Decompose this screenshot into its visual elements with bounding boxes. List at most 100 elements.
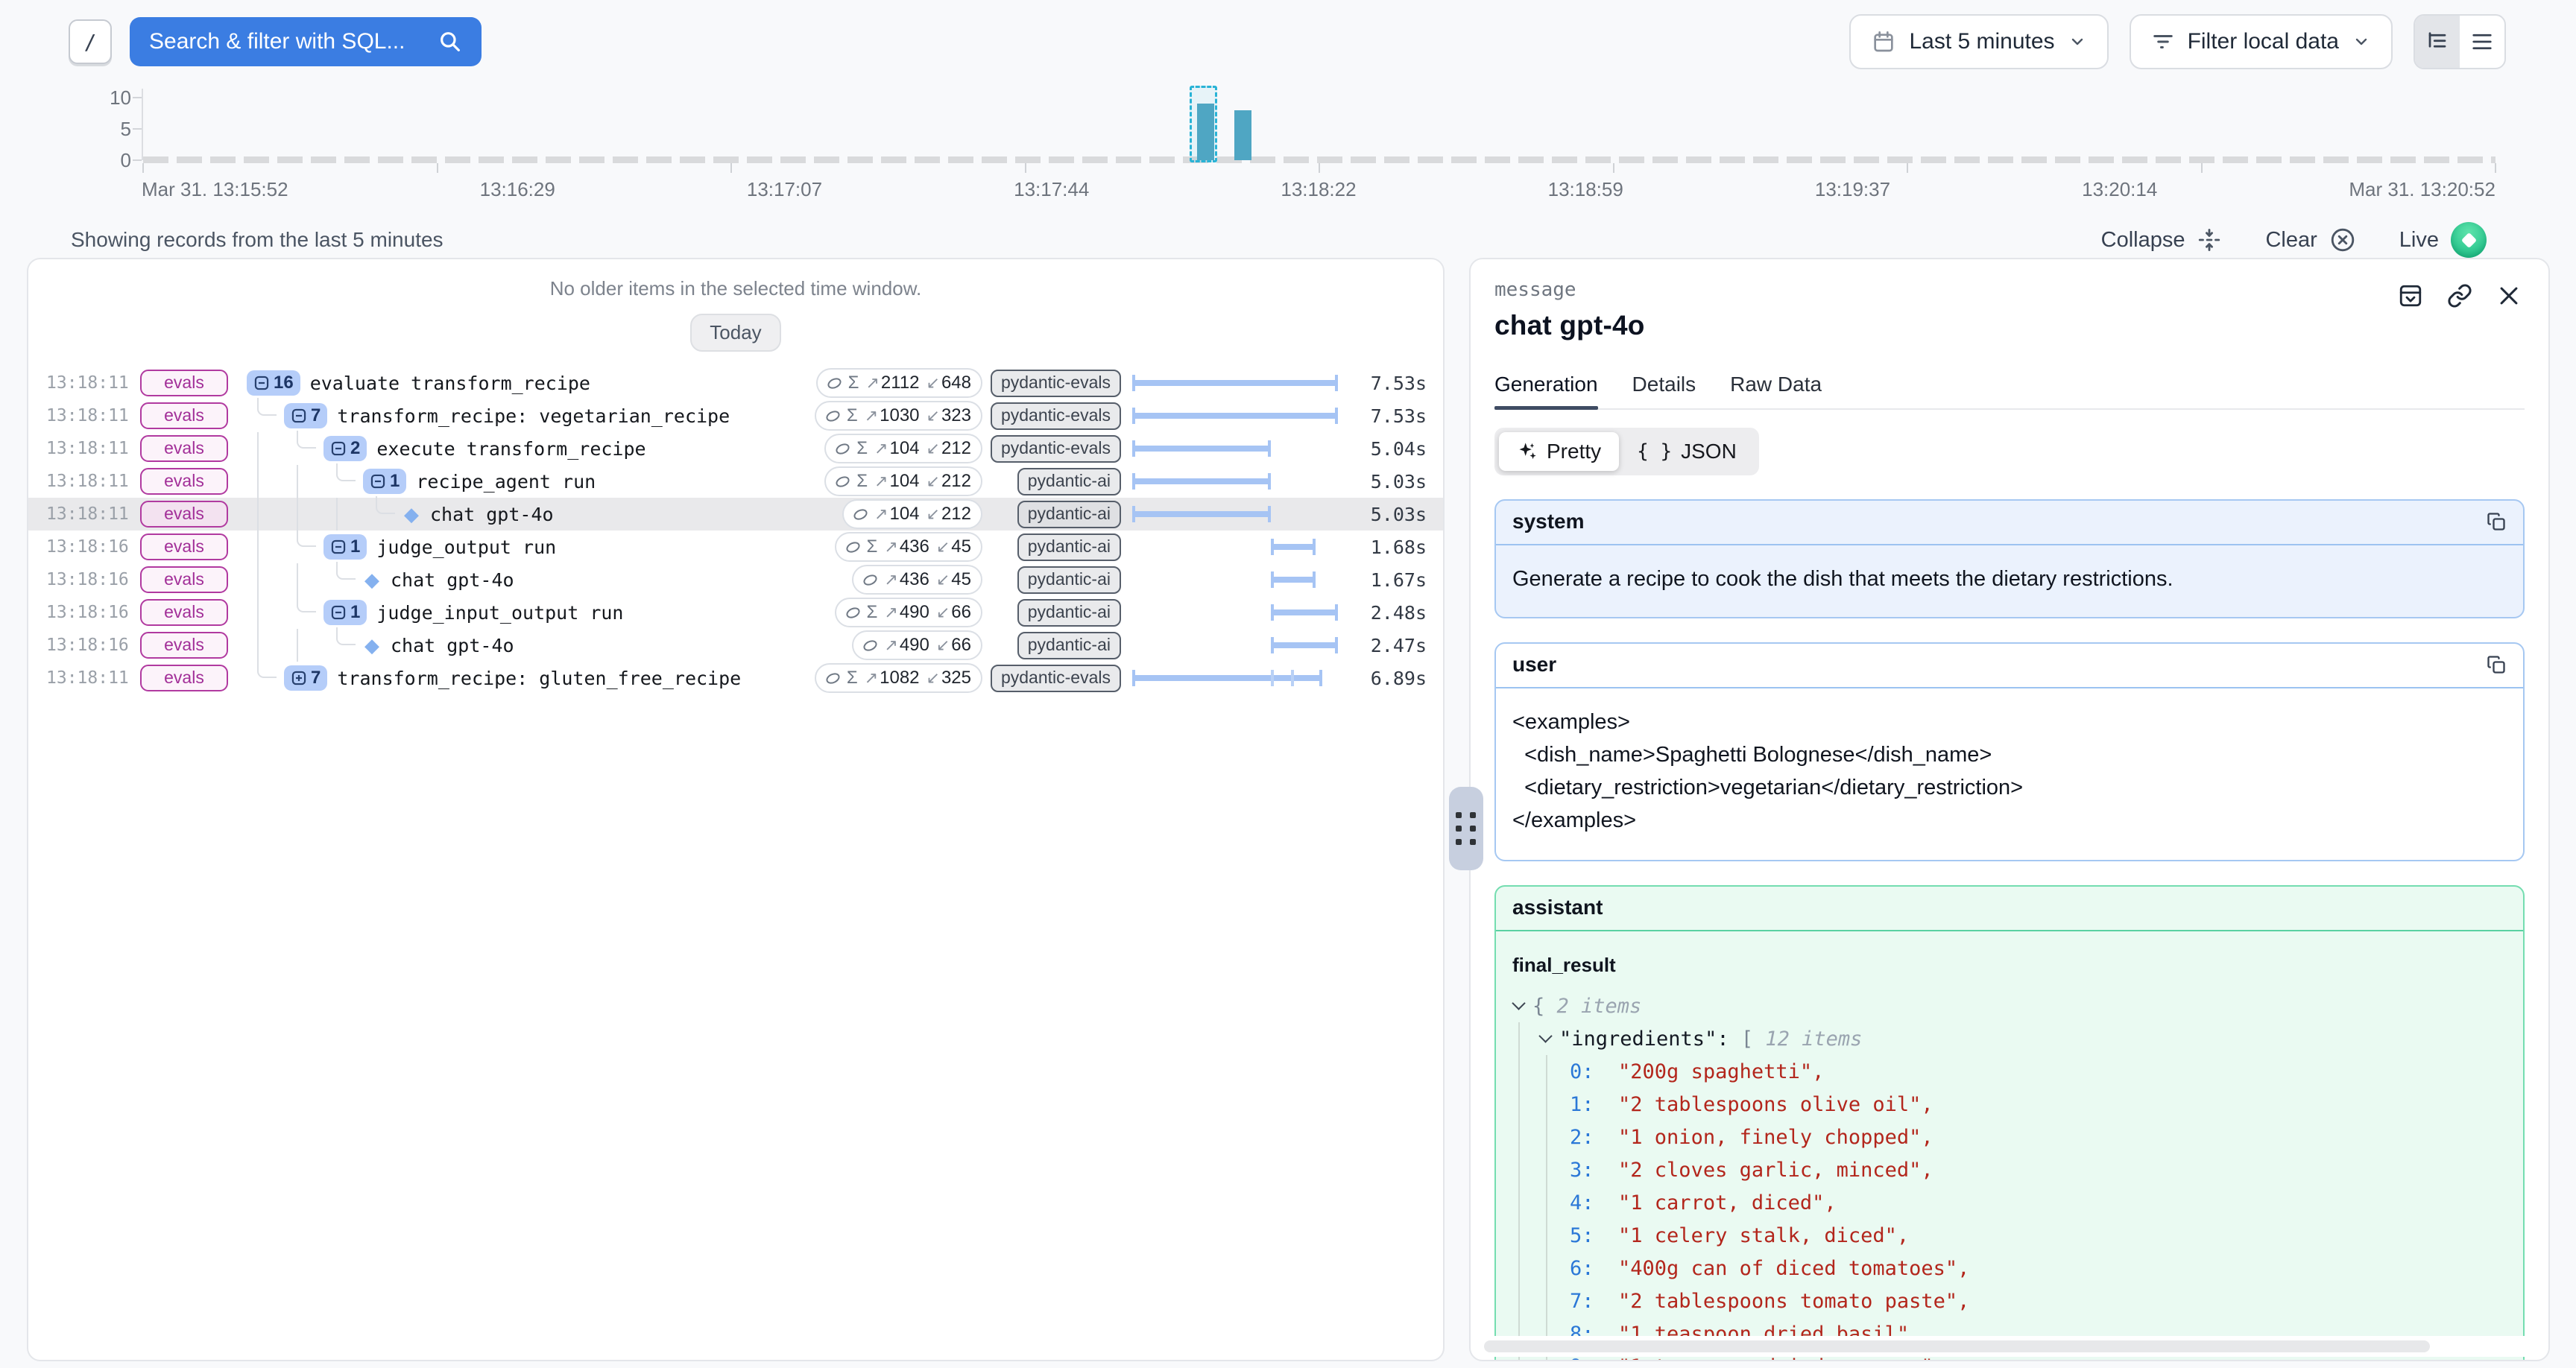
tab-generation[interactable]: Generation bbox=[1494, 373, 1598, 408]
histogram-bar[interactable] bbox=[1197, 104, 1214, 160]
service-badge[interactable]: pydantic-ai bbox=[1017, 599, 1121, 627]
tree-elbow-connector bbox=[336, 562, 356, 580]
service-badge[interactable]: pydantic-evals bbox=[991, 435, 1121, 463]
collapse-vertical-icon bbox=[2197, 227, 2222, 253]
filter-local-data-dropdown[interactable]: Filter local data bbox=[2130, 14, 2393, 69]
collapse-children-chip[interactable]: 16 bbox=[247, 370, 300, 396]
evals-tag-badge[interactable]: evals bbox=[140, 566, 228, 593]
tree-view-toggle[interactable] bbox=[2415, 16, 2460, 68]
live-toggle[interactable]: Live bbox=[2399, 222, 2487, 258]
chevron-expanded-icon[interactable] bbox=[1538, 1029, 1552, 1042]
trace-row[interactable]: 13:18:11evals16evaluate transform_recipe… bbox=[28, 367, 1443, 399]
json-toggle-button[interactable]: { } JSON bbox=[1619, 432, 1755, 471]
waterfall-bar[interactable] bbox=[1132, 446, 1271, 452]
evals-tag-badge[interactable]: evals bbox=[140, 370, 228, 396]
copy-icon[interactable] bbox=[2486, 654, 2507, 675]
trace-rows: 13:18:11evals16evaluate transform_recipe… bbox=[28, 367, 1443, 694]
trace-row[interactable]: 13:18:11evals1recipe_agent runΣ↗104↙212p… bbox=[28, 465, 1443, 498]
token-usage-chip[interactable]: Σ↗2112↙648 bbox=[816, 368, 982, 398]
service-badge[interactable]: pydantic-evals bbox=[991, 665, 1121, 692]
pretty-toggle-button[interactable]: Pretty bbox=[1499, 432, 1619, 471]
evals-tag-badge[interactable]: evals bbox=[140, 402, 228, 429]
input-tokens-count: 490 bbox=[900, 602, 929, 622]
waterfall-bar[interactable] bbox=[1132, 380, 1338, 386]
evals-tag-badge[interactable]: evals bbox=[140, 665, 228, 691]
row-metrics-cell: ↗436↙45 bbox=[809, 565, 982, 595]
json-root-line[interactable]: { 2 items bbox=[1512, 989, 2507, 1022]
token-usage-chip[interactable]: Σ↗1030↙323 bbox=[815, 401, 982, 431]
row-duration: 1.68s bbox=[1356, 536, 1427, 558]
tab-details[interactable]: Details bbox=[1632, 373, 1696, 408]
evals-tag-badge[interactable]: evals bbox=[140, 501, 228, 528]
evals-tag-badge[interactable]: evals bbox=[140, 632, 228, 659]
trace-row[interactable]: 13:18:16evals1judge_output runΣ↗436↙45py… bbox=[28, 531, 1443, 563]
token-usage-chip[interactable]: Σ↗1082↙325 bbox=[815, 663, 982, 693]
list-view-toggle[interactable] bbox=[2460, 16, 2504, 68]
evals-tag-badge[interactable]: evals bbox=[140, 435, 228, 462]
panel-resize-handle[interactable] bbox=[1449, 787, 1483, 870]
histogram-bar[interactable] bbox=[1234, 110, 1251, 160]
tree-guide-line bbox=[247, 498, 286, 531]
service-badge[interactable]: pydantic-ai bbox=[1017, 533, 1121, 561]
collapse-children-chip[interactable]: 1 bbox=[363, 469, 406, 494]
waterfall-bar[interactable] bbox=[1271, 544, 1316, 550]
trace-row[interactable]: 13:18:16evals1judge_input_output runΣ↗49… bbox=[28, 596, 1443, 629]
input-tokens-arrow-icon: ↗ bbox=[884, 570, 897, 589]
token-usage-chip[interactable]: Σ↗490↙66 bbox=[835, 598, 982, 627]
token-usage-chip[interactable]: ↗436↙45 bbox=[852, 565, 982, 595]
scrollbar-thumb[interactable] bbox=[1484, 1340, 2430, 1352]
close-icon[interactable] bbox=[2496, 283, 2522, 308]
token-usage-chip[interactable]: ↗490↙66 bbox=[852, 630, 982, 660]
chart-x-tick bbox=[437, 163, 438, 173]
search-button[interactable]: Search & filter with SQL... bbox=[130, 17, 482, 66]
trace-row[interactable]: 13:18:16evals◆chat gpt-4o↗490↙66pydantic… bbox=[28, 629, 1443, 662]
evals-tag-badge[interactable]: evals bbox=[140, 533, 228, 560]
empty-buckets-baseline bbox=[143, 156, 2496, 163]
chevron-expanded-icon[interactable] bbox=[1512, 996, 1525, 1010]
archive-box-icon[interactable] bbox=[2398, 283, 2423, 308]
output-tokens: ↙212 bbox=[926, 471, 971, 492]
records-histogram[interactable]: 0510 Mar 31. 13:15:5213:16:2913:17:0713:… bbox=[142, 89, 2496, 200]
token-usage-chip[interactable]: Σ↗104↙212 bbox=[824, 466, 982, 496]
chart-x-tick bbox=[142, 163, 144, 173]
histogram-plot[interactable]: 0510 bbox=[142, 89, 2496, 160]
copy-icon[interactable] bbox=[2486, 511, 2507, 532]
token-usage-chip[interactable]: Σ↗104↙212 bbox=[824, 434, 982, 463]
sigma-aggregate-icon: Σ bbox=[856, 471, 868, 492]
collapse-children-chip[interactable]: 1 bbox=[323, 534, 367, 560]
waterfall-bar[interactable] bbox=[1132, 413, 1338, 419]
waterfall-bar[interactable] bbox=[1271, 609, 1338, 615]
trace-row[interactable]: 13:18:11evals◆chat gpt-4o↗104↙212pydanti… bbox=[28, 498, 1443, 531]
waterfall-bar[interactable] bbox=[1271, 577, 1316, 583]
trace-row[interactable]: 13:18:11evals7transform_recipe: vegetari… bbox=[28, 399, 1443, 432]
link-icon[interactable] bbox=[2447, 283, 2472, 308]
trace-row[interactable]: 13:18:11evals2execute transform_recipeΣ↗… bbox=[28, 432, 1443, 465]
trace-row[interactable]: 13:18:16evals◆chat gpt-4o↗436↙45pydantic… bbox=[28, 563, 1443, 596]
evals-tag-badge[interactable]: evals bbox=[140, 468, 228, 495]
waterfall-bar[interactable] bbox=[1271, 642, 1338, 648]
trace-row[interactable]: 13:18:11evals7transform_recipe: gluten_f… bbox=[28, 662, 1443, 694]
waterfall-bar[interactable] bbox=[1132, 511, 1271, 517]
token-usage-chip[interactable]: ↗104↙212 bbox=[842, 499, 982, 529]
collapse-children-chip[interactable]: 2 bbox=[323, 436, 367, 461]
clear-button[interactable]: Clear bbox=[2265, 227, 2355, 253]
service-badge[interactable]: pydantic-evals bbox=[991, 370, 1121, 397]
collapse-children-chip[interactable]: 7 bbox=[284, 403, 327, 428]
service-badge[interactable]: pydantic-ai bbox=[1017, 632, 1121, 659]
horizontal-scrollbar[interactable] bbox=[1475, 1336, 2544, 1357]
evals-tag-badge[interactable]: evals bbox=[140, 599, 228, 626]
waterfall-bar[interactable] bbox=[1132, 478, 1271, 484]
service-badge[interactable]: pydantic-ai bbox=[1017, 468, 1121, 495]
output-tokens: ↙45 bbox=[936, 536, 971, 557]
time-range-dropdown[interactable]: Last 5 minutes bbox=[1849, 14, 2108, 69]
input-tokens: ↗436 bbox=[884, 569, 929, 590]
tab-raw-data[interactable]: Raw Data bbox=[1730, 373, 1822, 408]
service-badge[interactable]: pydantic-ai bbox=[1017, 501, 1121, 528]
service-badge[interactable]: pydantic-evals bbox=[991, 402, 1121, 430]
collapse-children-chip[interactable]: 1 bbox=[323, 600, 367, 625]
json-ingredients-line[interactable]: "ingredients": [ 12 items bbox=[1539, 1022, 2507, 1055]
expand-children-chip[interactable]: 7 bbox=[284, 665, 327, 691]
service-badge[interactable]: pydantic-ai bbox=[1017, 566, 1121, 594]
collapse-button[interactable]: Collapse bbox=[2101, 227, 2223, 253]
token-usage-chip[interactable]: Σ↗436↙45 bbox=[835, 532, 982, 562]
